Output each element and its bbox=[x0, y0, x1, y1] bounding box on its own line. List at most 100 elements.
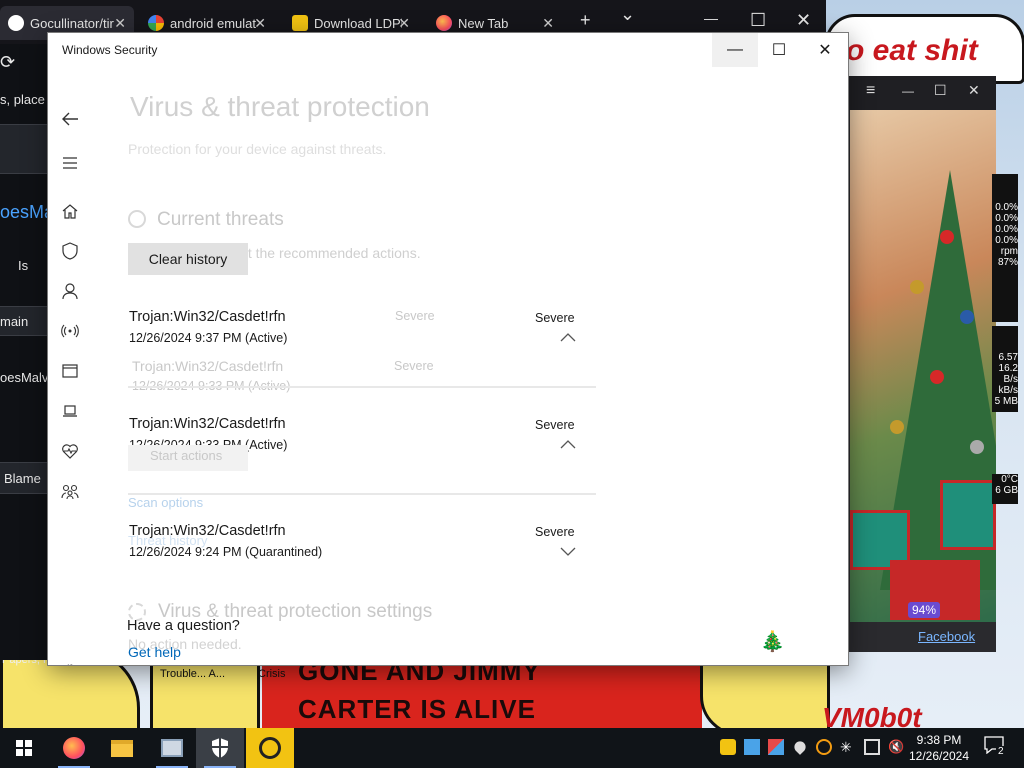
desktop-icon-label[interactable]: Trouble... A... bbox=[160, 668, 225, 680]
account-icon[interactable] bbox=[58, 279, 82, 303]
minimize-button[interactable]: — bbox=[712, 33, 758, 67]
stat-value: B/s bbox=[1003, 374, 1018, 385]
taskbar-clock[interactable]: 9:38 PM 12/26/2024 bbox=[904, 732, 974, 764]
taskbar-firefox[interactable] bbox=[50, 728, 98, 768]
settings-gear-icon[interactable] bbox=[58, 659, 82, 665]
family-icon[interactable] bbox=[58, 479, 82, 503]
close-tab-icon[interactable]: ✕ bbox=[542, 15, 554, 32]
blame-label[interactable]: Blame bbox=[4, 471, 41, 486]
meme-text-line2: CARTER IS ALIVE bbox=[298, 694, 536, 724]
back-arrow-icon[interactable] bbox=[58, 107, 82, 131]
close-tab-icon[interactable]: ✕ bbox=[114, 15, 126, 32]
ghost-severity: Severe bbox=[394, 359, 434, 373]
branch-label[interactable]: main bbox=[0, 314, 28, 329]
ghost-subheading: Protection for your device against threa… bbox=[128, 141, 387, 157]
ghost-scan-options: Scan options bbox=[128, 495, 204, 510]
stat-value: 0°C bbox=[1001, 474, 1018, 485]
ldplayer-icon bbox=[292, 15, 308, 31]
clear-history-button[interactable]: Clear history bbox=[128, 243, 248, 275]
ornament bbox=[960, 310, 974, 324]
ldplayer-tray-icon[interactable] bbox=[720, 739, 736, 755]
stat-value: kB/s bbox=[998, 385, 1018, 396]
taskbar-windows-security[interactable] bbox=[196, 728, 244, 768]
tools-tray-icon[interactable] bbox=[768, 739, 784, 755]
shield-icon[interactable] bbox=[58, 239, 82, 263]
ghost-threat-history: Threat history bbox=[128, 533, 208, 548]
taskbar-photos[interactable] bbox=[148, 728, 196, 768]
network-antenna-icon[interactable] bbox=[58, 319, 82, 343]
app-browser-icon[interactable] bbox=[58, 359, 82, 383]
christmas-tree-image bbox=[850, 110, 996, 622]
volume-muted-tray-icon[interactable]: 🔇 bbox=[888, 739, 904, 755]
repo-name-fragment[interactable]: oesMa bbox=[0, 202, 54, 223]
home-icon[interactable] bbox=[58, 199, 82, 223]
media-app-maximize-button[interactable]: ☐ bbox=[934, 82, 947, 99]
browser-minimize-button[interactable]: — bbox=[704, 10, 718, 26]
chevron-up-icon[interactable] bbox=[560, 331, 576, 343]
page-fragment-text: s, place y bbox=[0, 92, 55, 107]
ornament bbox=[970, 440, 984, 454]
close-button[interactable]: ✕ bbox=[802, 33, 848, 67]
browser-maximize-button[interactable]: ☐ bbox=[750, 10, 766, 31]
system-monitor-strip: 0.0% 0.0% 0.0% 0.0% rpm 87% bbox=[992, 174, 1018, 322]
browser-tab-label: Gocullinator/tir bbox=[30, 15, 114, 31]
ghost-current-threats-icon bbox=[128, 210, 146, 228]
stat-value: 0.0% bbox=[995, 224, 1018, 235]
browser-tab-label: android emulat bbox=[170, 15, 256, 31]
clock-time: 9:38 PM bbox=[916, 733, 962, 747]
network-tray-icon[interactable] bbox=[864, 739, 880, 755]
tab-list-button[interactable]: ⌄ bbox=[620, 4, 635, 25]
laptop-icon[interactable] bbox=[58, 399, 82, 423]
meme-figure-right bbox=[700, 656, 830, 728]
facebook-link[interactable]: Facebook bbox=[918, 629, 975, 644]
snowflake-tray-icon[interactable]: ✳ bbox=[840, 739, 856, 755]
stat-value: 5 MB bbox=[994, 396, 1018, 407]
droplet-tray-icon[interactable] bbox=[792, 739, 808, 755]
folder-icon bbox=[111, 739, 133, 757]
desktop-icon-label[interactable]: Crisis bbox=[258, 668, 286, 680]
chevron-up-icon[interactable] bbox=[560, 438, 576, 450]
stat-value: rpm bbox=[1000, 246, 1018, 257]
blue-square-tray-icon[interactable] bbox=[744, 739, 760, 755]
notification-center-button[interactable]: 2 bbox=[984, 736, 1006, 758]
window-title: Windows Security bbox=[62, 43, 158, 57]
taskbar: ✳ 🔇 9:38 PM 12/26/2024 2 bbox=[0, 728, 1024, 768]
media-app-titlebar: ≡ — ☐ ✕ bbox=[846, 76, 996, 110]
threat-severity: Severe bbox=[535, 311, 575, 325]
stat-value: 16.2 bbox=[998, 363, 1018, 374]
start-button[interactable] bbox=[0, 728, 48, 768]
progress-percent: 94% bbox=[908, 602, 941, 618]
speech-bubble-text: o eat shit bbox=[846, 34, 978, 67]
ghost-start-actions: Start actions bbox=[128, 445, 248, 471]
media-app-window: ≡ — ☐ ✕ bbox=[846, 76, 996, 652]
get-help-link[interactable]: Get help bbox=[128, 644, 181, 660]
close-tab-icon[interactable]: ✕ bbox=[254, 15, 266, 32]
file-name-fragment[interactable]: oesMalv bbox=[0, 370, 48, 385]
stat-value: 87% bbox=[997, 257, 1018, 268]
new-tab-button[interactable]: + bbox=[580, 10, 591, 31]
browser-tab-label: New Tab bbox=[458, 15, 509, 31]
media-app-close-button[interactable]: ✕ bbox=[968, 82, 980, 99]
google-icon bbox=[148, 15, 164, 31]
meme-figure-middle bbox=[150, 656, 260, 728]
issues-tab-fragment[interactable]: Is bbox=[18, 258, 28, 273]
browser-close-button[interactable]: ✕ bbox=[796, 10, 811, 31]
maximize-button[interactable]: ☐ bbox=[756, 33, 802, 67]
heart-pulse-icon[interactable] bbox=[58, 439, 82, 463]
ornament bbox=[940, 230, 954, 244]
photos-icon bbox=[161, 739, 183, 757]
ornament bbox=[910, 280, 924, 294]
hamburger-menu-icon[interactable] bbox=[58, 151, 82, 175]
taskbar-ldplayer[interactable] bbox=[246, 728, 294, 768]
reload-icon[interactable]: ⟳ bbox=[0, 52, 15, 73]
chevron-down-icon[interactable] bbox=[560, 545, 576, 557]
threat-item[interactable]: Trojan:Win32/Casdet!rfn 12/26/2024 9:24 … bbox=[128, 523, 588, 583]
page-fragment-panel bbox=[0, 124, 48, 174]
firefox-icon bbox=[63, 737, 85, 759]
media-app-minimize-button[interactable]: — bbox=[902, 84, 914, 98]
taskbar-file-explorer[interactable] bbox=[98, 728, 146, 768]
close-tab-icon[interactable]: ✕ bbox=[398, 15, 410, 32]
ornament bbox=[930, 370, 944, 384]
search-tray-icon[interactable] bbox=[816, 739, 832, 755]
menu-icon[interactable]: ≡ bbox=[866, 82, 875, 100]
